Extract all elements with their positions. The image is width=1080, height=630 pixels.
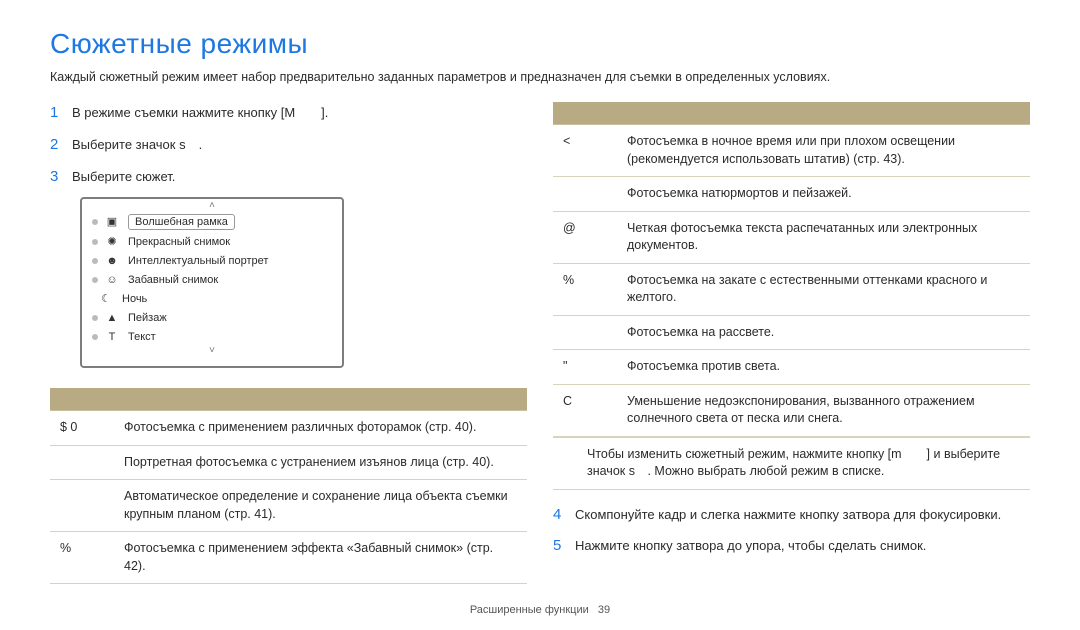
scroll-down-icon: ˅: [82, 346, 342, 358]
intro-text: Каждый сюжетный режим имеет набор предва…: [50, 70, 1030, 84]
scene-description-cell: Фотосъемка с применением эффекта «Забавн…: [114, 532, 527, 584]
menu-item-icon: ▣: [104, 215, 120, 229]
page-footer: Расширенные функции 39: [0, 604, 1080, 616]
menu-dot-icon: [92, 258, 98, 264]
scene-description-cell: Портретная фотосъемка с устранением изъя…: [114, 445, 527, 480]
table-row: %Фотосъемка с применением эффекта «Забав…: [50, 532, 527, 584]
table-row: Портретная фотосъемка с устранением изъя…: [50, 445, 527, 480]
scene-description-cell: Фотосъемка в ночное время или при плохом…: [617, 125, 1030, 177]
menu-item-label: Прекрасный снимок: [128, 236, 230, 248]
page-title: Сюжетные режимы: [50, 28, 1030, 60]
menu-item: ▣ Волшебная рамка: [82, 211, 342, 232]
scene-icon-cell: C: [553, 384, 617, 436]
menu-item-label: Текст: [128, 331, 156, 343]
step-text: Выберите значок s .: [72, 136, 527, 155]
step-number: 3: [50, 166, 72, 188]
menu-item-label: Забавный снимок: [128, 274, 218, 286]
step-text: Выберите сюжет.: [72, 168, 527, 187]
table-row: Автоматическое определение и сохранение …: [50, 480, 527, 532]
menu-item: ☺ Забавный снимок: [82, 270, 342, 289]
step-number: 5: [553, 535, 575, 557]
table-row: $ 0Фотосъемка с применением различных фо…: [50, 411, 527, 446]
table-row: Фотосъемка натюрмортов и пейзажей.: [553, 177, 1030, 212]
menu-item-icon: ✺: [104, 235, 120, 249]
table-row: %Фотосъемка на закате с естественными от…: [553, 263, 1030, 315]
menu-item-icon: ▲: [104, 311, 120, 325]
scene-icon-cell: [553, 177, 617, 212]
step-text: Нажмите кнопку затвора до упора, чтобы с…: [575, 537, 1030, 556]
table-row: "Фотосъемка против света.: [553, 350, 1030, 385]
step-number: 4: [553, 504, 575, 526]
scene-icon-cell: %: [50, 532, 114, 584]
note-icon: [553, 446, 587, 481]
menu-item: ☻ Интеллектуальный портрет: [82, 251, 342, 270]
content-columns: 1 В режиме съемки нажмите кнопку [M ]. 2…: [50, 102, 1030, 584]
scene-icon-cell: [553, 315, 617, 350]
menu-item: ☾ Ночь: [82, 289, 342, 308]
menu-dot-icon: [92, 219, 98, 225]
table-row: CУменьшение недоэкспонирования, вызванно…: [553, 384, 1030, 436]
scene-table-right: <Фотосъемка в ночное время или при плохо…: [553, 102, 1030, 437]
step-1: 1 В режиме съемки нажмите кнопку [M ].: [50, 102, 527, 124]
step-text: Скомпонуйте кадр и слегка нажмите кнопку…: [575, 506, 1030, 525]
scene-icon-cell: [50, 480, 114, 532]
menu-dot-icon: [92, 315, 98, 321]
note-box: Чтобы изменить сюжетный режим, нажмите к…: [553, 437, 1030, 490]
menu-dot-icon: [92, 277, 98, 283]
step-number: 1: [50, 102, 72, 124]
scene-description-cell: Фотосъемка на рассвете.: [617, 315, 1030, 350]
scene-table-left: $ 0Фотосъемка с применением различных фо…: [50, 388, 527, 584]
menu-item-icon: T: [104, 330, 120, 344]
table-row: @Четкая фотосъемка текста распечатанных …: [553, 211, 1030, 263]
menu-item-icon: ☻: [104, 254, 120, 268]
scene-description-cell: Фотосъемка на закате с естественными отт…: [617, 263, 1030, 315]
right-column: <Фотосъемка в ночное время или при плохо…: [553, 102, 1030, 584]
step-3: 3 Выберите сюжет.: [50, 166, 527, 188]
footer-section: Расширенные функции: [470, 604, 589, 616]
table-row: Фотосъемка на рассвете.: [553, 315, 1030, 350]
step-4: 4 Скомпонуйте кадр и слегка нажмите кноп…: [553, 504, 1030, 526]
scene-icon-cell: $ 0: [50, 411, 114, 446]
menu-item-label: Пейзаж: [128, 312, 167, 324]
table-row: <Фотосъемка в ночное время или при плохо…: [553, 125, 1030, 177]
scene-icon-cell: [50, 445, 114, 480]
menu-item: ▲ Пейзаж: [82, 308, 342, 327]
page: Сюжетные режимы Каждый сюжетный режим им…: [0, 0, 1080, 630]
scene-description-cell: Уменьшение недоэкспонирования, вызванног…: [617, 384, 1030, 436]
scene-icon-cell: <: [553, 125, 617, 177]
scene-icon-cell: @: [553, 211, 617, 263]
note-text: Чтобы изменить сюжетный режим, нажмите к…: [587, 446, 1020, 481]
menu-item-label: Интеллектуальный портрет: [128, 255, 268, 267]
scene-description-cell: Четкая фотосъемка текста распечатанных и…: [617, 211, 1030, 263]
menu-dot-icon: [92, 334, 98, 340]
scene-icon-cell: ": [553, 350, 617, 385]
step-2: 2 Выберите значок s .: [50, 134, 527, 156]
footer-page-number: 39: [598, 604, 610, 616]
menu-item: T Текст: [82, 327, 342, 346]
scene-description-cell: Автоматическое определение и сохранение …: [114, 480, 527, 532]
scroll-up-icon: ˄: [82, 199, 342, 211]
menu-item-label: Волшебная рамка: [128, 214, 235, 230]
menu-item: ✺ Прекрасный снимок: [82, 232, 342, 251]
menu-item-icon: ☾: [98, 292, 114, 306]
scene-menu-illustration: ˄ ▣ Волшебная рамка ✺ Прекрасный снимок ☻ Инт…: [80, 197, 344, 368]
scene-description-cell: Фотосъемка натюрмортов и пейзажей.: [617, 177, 1030, 212]
scene-description-cell: Фотосъемка с применением различных фотор…: [114, 411, 527, 446]
menu-item-icon: ☺: [104, 273, 120, 287]
step-number: 2: [50, 134, 72, 156]
menu-dot-icon: [92, 239, 98, 245]
left-column: 1 В режиме съемки нажмите кнопку [M ]. 2…: [50, 102, 527, 584]
step-text: В режиме съемки нажмите кнопку [M ].: [72, 104, 527, 123]
step-5: 5 Нажмите кнопку затвора до упора, чтобы…: [553, 535, 1030, 557]
menu-item-label: Ночь: [122, 293, 147, 305]
scene-icon-cell: %: [553, 263, 617, 315]
scene-description-cell: Фотосъемка против света.: [617, 350, 1030, 385]
